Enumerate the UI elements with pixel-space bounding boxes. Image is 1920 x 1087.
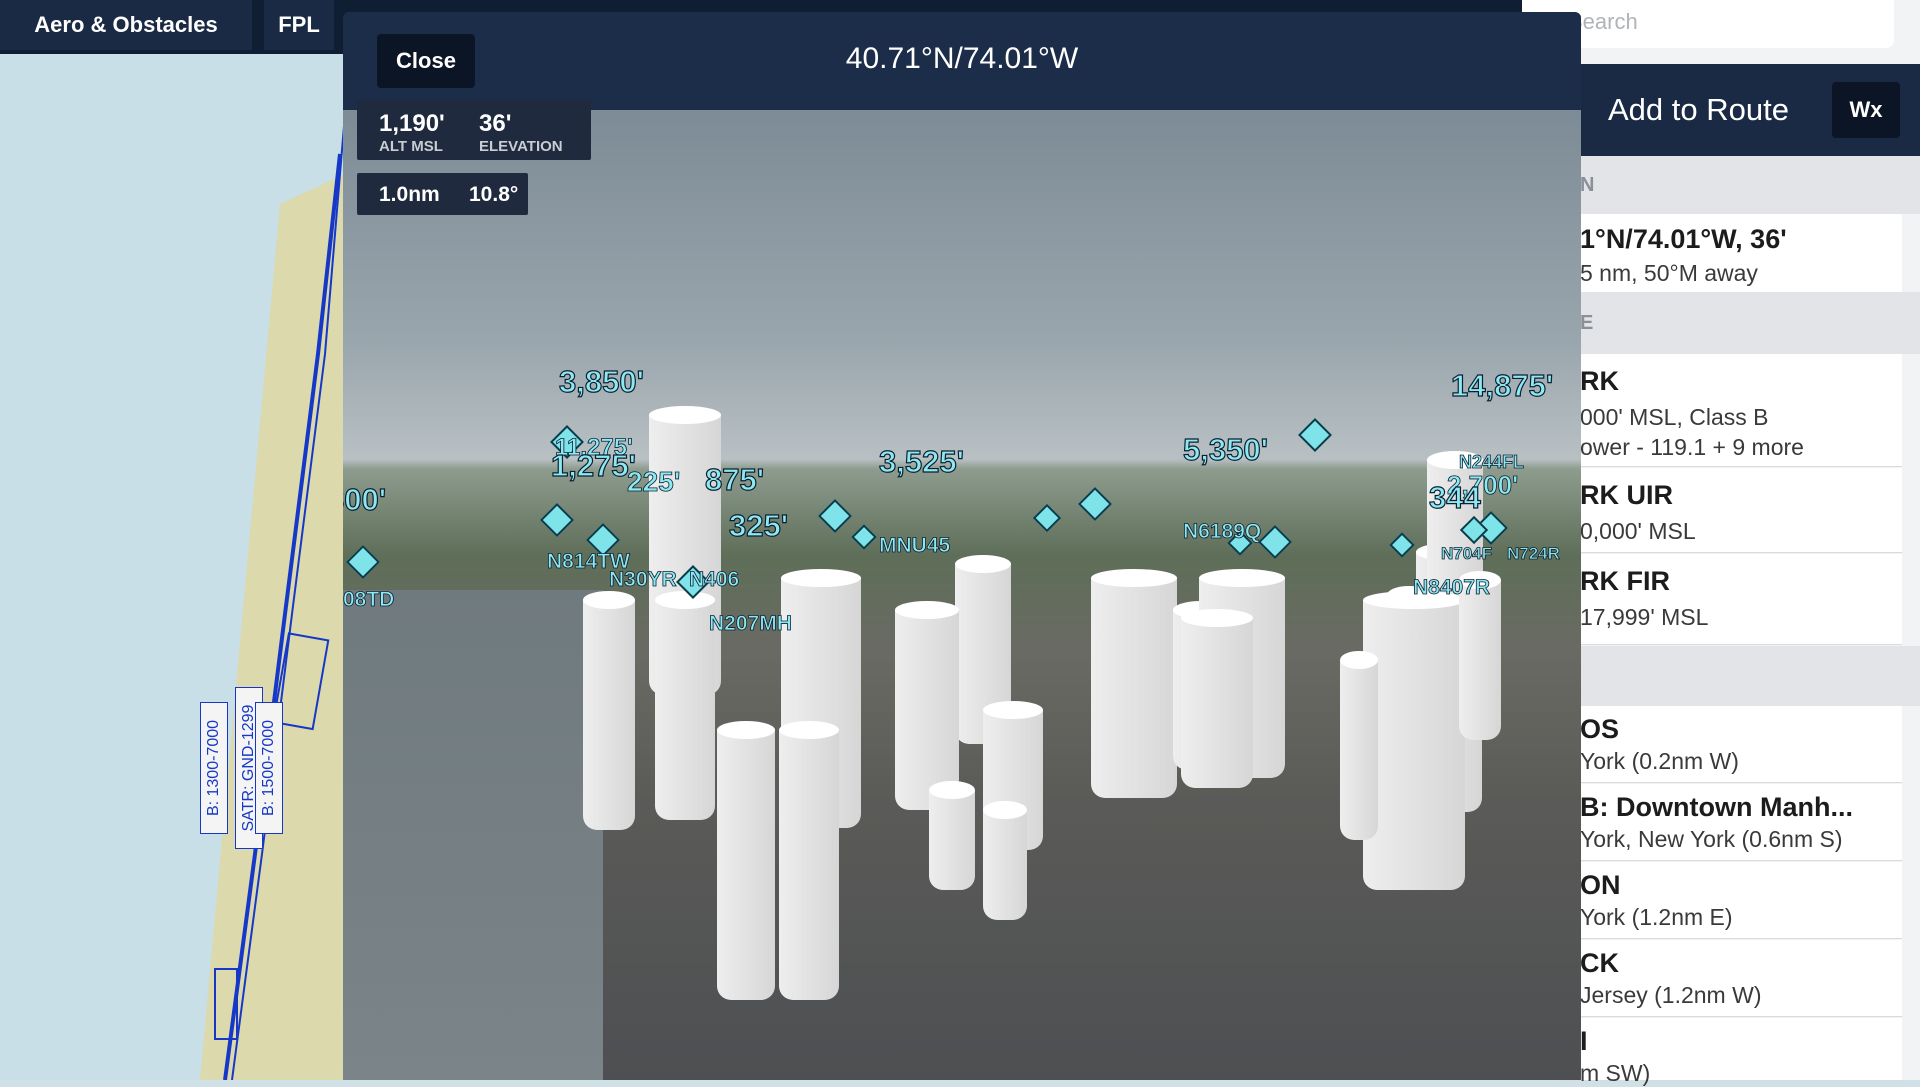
obstacle-building: [1363, 591, 1465, 890]
nearby-title: I: [1580, 1026, 1588, 1056]
obstacle-altitude-label: 300': [343, 481, 387, 517]
distance-value: 1.0nm: [379, 183, 440, 206]
nearby-title: ON: [1580, 870, 1621, 900]
nearby-title: OS: [1580, 714, 1620, 744]
aircraft-label: N406: [689, 568, 740, 592]
airspace-title: RK FIR: [1580, 566, 1670, 596]
airspace-subtitle: 17,999' MSL: [1580, 604, 1709, 630]
obstacle-altitude-label: 3,525': [878, 443, 964, 479]
sidebar-header: Add to Route Wx: [1560, 64, 1920, 156]
obstacle-building: [929, 781, 975, 890]
airspace-subtitle-2: ower - 119.1 + 9 more: [1580, 434, 1804, 460]
section-header-1: N: [1560, 156, 1920, 214]
section-label: N: [1580, 174, 1595, 196]
wx-button[interactable]: Wx: [1832, 82, 1900, 138]
airspace-label-b1: B: 1300-7000: [200, 702, 228, 834]
aircraft-label-partial: 225': [627, 466, 681, 498]
aircraft-label: MNU45: [879, 534, 951, 558]
obstacle-building: [1181, 609, 1253, 788]
obstacle-building: [1459, 571, 1501, 740]
obstacle-building: [779, 721, 839, 1000]
obstacle-altitude-label: 1,275': [550, 447, 636, 483]
nearby-row[interactable]: CK Jersey (1.2nm W): [1560, 940, 1902, 1017]
coordinates-title: 40.71°N/74.01°W: [845, 42, 1079, 75]
airspace-row[interactable]: RK 000' MSL, Class B ower - 119.1 + 9 mo…: [1560, 354, 1902, 467]
nearby-row[interactable]: B: Downtown Manh... York, New York (0.6n…: [1560, 784, 1902, 861]
tab-fpl[interactable]: FPL: [264, 0, 334, 50]
aircraft-label: N724R: [1507, 544, 1561, 564]
airspace-subtitle: 0,000' MSL: [1580, 518, 1696, 544]
airspace-title: RK: [1580, 366, 1619, 396]
water-area: [343, 590, 603, 1080]
tab-aero-obstacles[interactable]: Aero & Obstacles: [0, 0, 252, 50]
aircraft-label: N30YR: [609, 568, 677, 592]
location-title: 1°N/74.01°W, 36': [1580, 224, 1787, 254]
airspace-subtitle: 000' MSL, Class B: [1580, 404, 1769, 430]
nearby-row[interactable]: ON York (1.2nm E): [1560, 862, 1902, 939]
obstacle-building: [583, 591, 635, 830]
nearby-subtitle: York (1.2nm E): [1580, 904, 1733, 930]
nearby-title: CK: [1580, 948, 1619, 978]
obstacle-building: [1091, 569, 1177, 798]
obstacle-altitude-label: 3,850': [558, 363, 644, 399]
obstacle-building: [895, 601, 959, 810]
airspace-label-b2: B: 1500-7000: [255, 702, 283, 834]
distance-info-box: 1.0nm 10.8°: [357, 173, 528, 215]
obstacle-altitude-label: 325': [728, 507, 789, 543]
location-subtitle: 5 nm, 50°M away: [1580, 260, 1758, 286]
obstacle-altitude-label: 5,350': [1182, 431, 1268, 467]
angle-value: 10.8°: [469, 183, 519, 206]
obstacle-altitude-label: 875': [704, 461, 765, 497]
elevation-label: ELEVATION: [479, 138, 563, 155]
obstacle-altitude-label: 14,875': [1450, 367, 1554, 403]
modal-header: Close 40.71°N/74.01°W: [343, 12, 1581, 110]
map-view[interactable]: B: 1300-7000 SATR: GND-1299 B: 1500-7000: [0, 54, 345, 1080]
section-header-2: E: [1560, 292, 1920, 354]
alt-msl-label: ALT MSL: [379, 138, 443, 155]
aircraft-label: N8407R: [1413, 576, 1491, 600]
section-label: E: [1580, 312, 1594, 334]
nearby-subtitle: Jersey (1.2nm W): [1580, 982, 1762, 1008]
aircraft-label: 08TD: [343, 588, 395, 612]
altitude-info-box: 1,190' ALT MSL 36' ELEVATION: [357, 100, 591, 160]
obstacle-building: [983, 801, 1027, 920]
section-header-3: [1560, 646, 1920, 706]
airspace-overlay: [200, 113, 345, 1080]
3d-scene[interactable]: [343, 110, 1581, 1080]
airspace-row[interactable]: RK FIR 17,999' MSL: [1560, 554, 1902, 645]
aircraft-label: N704F: [1441, 544, 1493, 564]
aircraft-label: N6189Q: [1183, 520, 1262, 544]
obstacle-altitude-label: 344: [1428, 479, 1481, 515]
elevation-value: 36': [479, 110, 512, 137]
airspace-row[interactable]: RK UIR 0,000' MSL: [1560, 468, 1902, 553]
aircraft-label: N207MH: [709, 612, 793, 636]
obstacle-building: [655, 591, 715, 820]
synthetic-vision-modal: Close 40.71°N/74.01°W 1,190' ALT MSL 36'…: [343, 12, 1581, 1080]
airspace-title: RK UIR: [1580, 480, 1673, 510]
obstacle-building: [1340, 651, 1378, 840]
add-to-route-button[interactable]: Add to Route: [1608, 92, 1789, 128]
nearby-row[interactable]: OS York (0.2nm W): [1560, 706, 1902, 783]
nearby-subtitle: York, New York (0.6nm S): [1580, 826, 1843, 852]
alt-msl-value: 1,190': [379, 110, 445, 137]
obstacle-building: [717, 721, 775, 1000]
nearby-title: B: Downtown Manh...: [1580, 792, 1853, 822]
nearby-row[interactable]: I m SW): [1560, 1018, 1902, 1086]
location-row[interactable]: 1°N/74.01°W, 36' 5 nm, 50°M away: [1560, 214, 1902, 293]
nearby-subtitle: m SW): [1580, 1060, 1651, 1086]
nearby-subtitle: York (0.2nm W): [1580, 748, 1739, 774]
